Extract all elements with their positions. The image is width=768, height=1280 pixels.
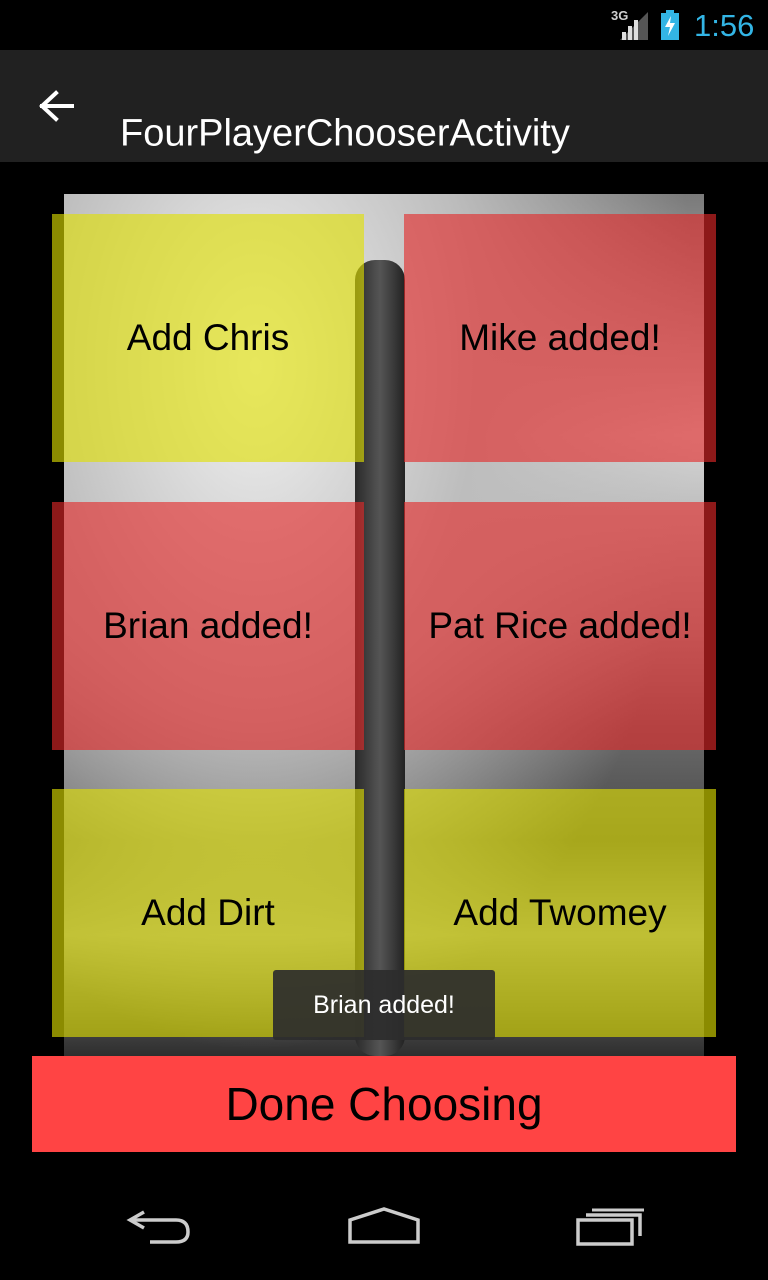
done-choosing-label: Done Choosing — [225, 1078, 543, 1130]
player-tile-label: Add Twomey — [453, 892, 667, 933]
arrow-left-icon — [39, 90, 74, 122]
player-tile-4[interactable]: Pat Rice added! — [404, 502, 716, 750]
player-tile-label: Add Dirt — [141, 892, 275, 933]
player-tile-1[interactable]: Add Chris — [52, 214, 364, 462]
toast-message: Brian added! — [273, 970, 495, 1040]
done-choosing-button[interactable]: Done Choosing — [32, 1056, 736, 1152]
activity-title: FourPlayerChooserActivity — [120, 112, 570, 155]
nav-home-button[interactable] — [334, 1192, 434, 1260]
player-tile-label: Mike added! — [459, 317, 661, 358]
back-icon — [126, 1210, 190, 1244]
up-navigation-button[interactable] — [24, 72, 88, 140]
home-icon — [348, 1207, 420, 1244]
signal-icon — [620, 12, 648, 40]
player-tile-2[interactable]: Mike added! — [404, 214, 716, 462]
status-bar: 3G 1:56 — [0, 0, 768, 50]
clock: 1:56 — [694, 8, 755, 43]
action-bar: FourPlayerChooserActivity — [0, 50, 768, 162]
battery-charging-icon — [661, 10, 679, 40]
navigation-bar — [0, 1172, 768, 1280]
player-tile-3[interactable]: Brian added! — [52, 502, 364, 750]
player-tile-label: Brian added! — [103, 605, 313, 646]
player-tile-label: Add Chris — [126, 317, 290, 358]
player-tile-label: Pat Rice added! — [428, 605, 692, 646]
recent-apps-icon — [576, 1208, 644, 1246]
nav-back-button[interactable] — [110, 1192, 210, 1260]
nav-recent-apps-button[interactable] — [560, 1192, 660, 1260]
